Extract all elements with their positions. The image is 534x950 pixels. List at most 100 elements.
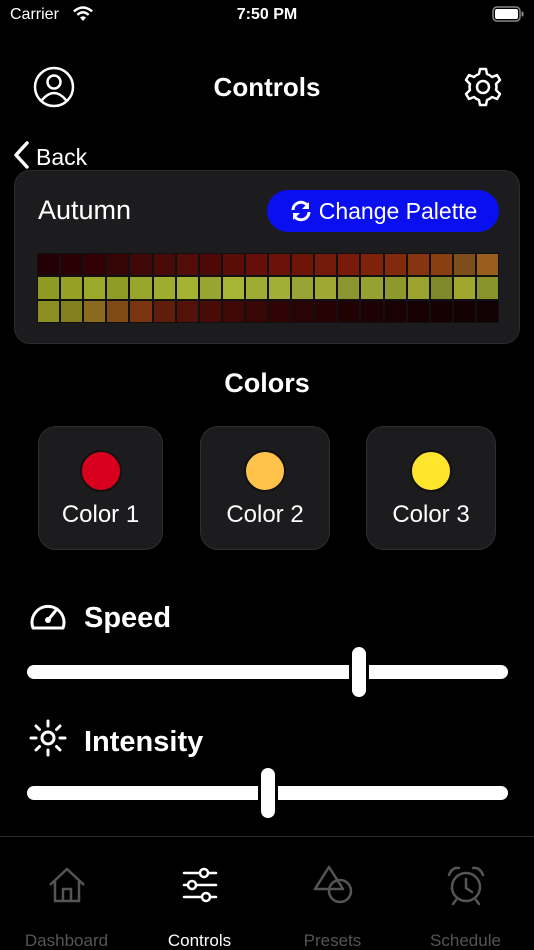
palette-cell [361,277,383,299]
speed-slider-thumb[interactable] [348,644,369,700]
palette-cell [222,277,244,299]
palette-cell [84,300,106,322]
palette-cell [269,277,291,299]
palette-cell [430,300,452,322]
palette-cell [222,254,244,276]
house-icon [48,867,85,903]
palette-cell [361,300,383,322]
tab-label: Dashboard [24,931,109,950]
palette-cell [199,277,221,299]
palette-cell [361,254,383,276]
gear-icon[interactable] [462,66,504,113]
palette-cell [107,254,129,276]
colors-heading: Colors [224,368,310,398]
page-title: Controls [213,72,321,102]
color-1-label: Color 1 [61,501,140,528]
palette-cell [292,254,314,276]
palette-cell [245,277,267,299]
palette-cell [84,254,106,276]
palette-cell [315,300,337,322]
intensity-slider[interactable] [27,765,508,821]
palette-cell [61,277,83,299]
tab-controls[interactable]: Controls [133,837,266,950]
palette-cell [176,277,198,299]
tab-schedule[interactable]: Schedule [399,837,532,950]
palette-cell [153,277,175,299]
palette-cell [315,254,337,276]
change-palette-label: Change Palette [318,197,478,224]
palette-cell [107,300,129,322]
palette-cell [269,254,291,276]
alarm-clock-icon [447,866,484,906]
palette-cell [453,254,475,276]
color-2-label: Color 2 [226,501,304,528]
battery-icon [492,6,524,27]
palette-cell [199,254,221,276]
palette-cell [407,300,429,322]
intensity-label: Intensity [84,725,204,758]
speed-slider[interactable] [27,644,508,700]
intensity-slider-thumb[interactable] [257,765,278,821]
color-2-button[interactable]: Color 2 [200,426,330,550]
palette-cell [176,300,198,322]
palette-cell [292,300,314,322]
change-palette-button[interactable]: Change Palette [267,190,499,232]
brightness-icon [28,718,68,766]
back-button[interactable]: Back [12,140,87,174]
palette-cell [38,300,60,322]
palette-cell [430,277,452,299]
tab-label: Schedule [430,931,501,950]
navigation-header: Controls [0,62,534,112]
clock-time: 7:50 PM [236,6,298,23]
palette-cell [453,277,475,299]
palette-cell [38,254,60,276]
palette-cell [476,300,498,322]
palette-cell [38,277,60,299]
sliders-icon [182,867,217,903]
color-2-swatch [244,450,286,492]
palette-cell [384,300,406,322]
color-1-button[interactable]: Color 1 [38,426,163,550]
palette-cell [384,277,406,299]
palette-cell [61,254,83,276]
palette-cell [222,300,244,322]
palette-cell [245,300,267,322]
tab-label: Presets [303,931,362,950]
palette-cell [338,300,360,322]
color-3-swatch [410,450,452,492]
palette-card: Autumn Change Palette [14,170,520,344]
palette-cell [61,300,83,322]
intensity-header: Intensity [28,718,203,766]
palette-cell [130,300,152,322]
tab-bar: Dashboard Controls Presets Schedule [0,836,534,950]
color-3-label: Color 3 [392,501,470,528]
back-label: Back [36,143,88,170]
palette-cell [430,254,452,276]
shapes-icon [313,865,352,904]
palette-name: Autumn [38,195,132,225]
palette-preview-grid [37,253,499,323]
palette-cell [476,277,498,299]
color-3-button[interactable]: Color 3 [366,426,496,550]
palette-cell [153,254,175,276]
speed-label: Speed [84,601,172,634]
palette-cell [107,277,129,299]
palette-cell [176,254,198,276]
palette-cell [130,254,152,276]
tab-dashboard[interactable]: Dashboard [0,837,133,950]
palette-cell [245,254,267,276]
palette-cell [130,277,152,299]
palette-cell [315,277,337,299]
palette-cell [292,277,314,299]
status-bar: Carrier 7:50 PM [0,0,534,32]
palette-cell [453,300,475,322]
palette-cell [153,300,175,322]
palette-cell [269,300,291,322]
palette-cell [338,254,360,276]
palette-cell [199,300,221,322]
palette-cell [407,277,429,299]
speed-header: Speed [28,596,171,640]
palette-cell [338,277,360,299]
palette-cell [476,254,498,276]
tab-presets[interactable]: Presets [266,837,399,950]
